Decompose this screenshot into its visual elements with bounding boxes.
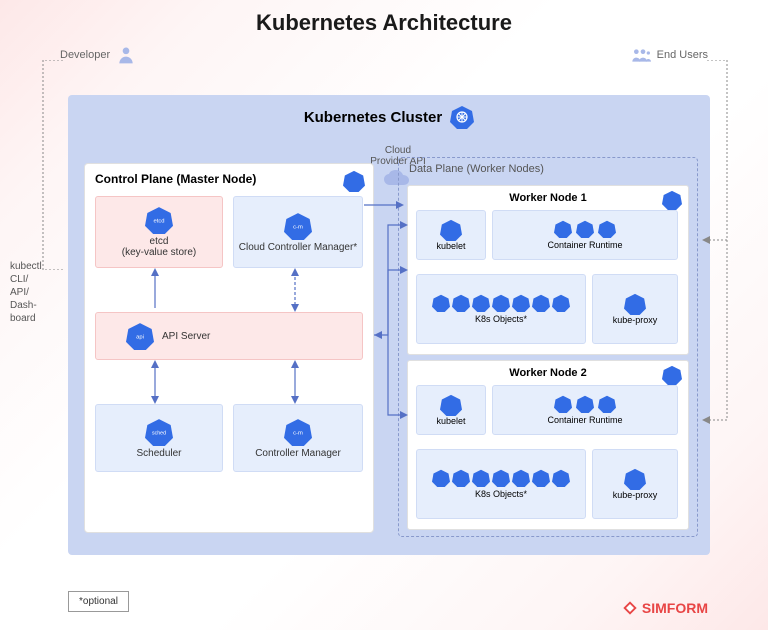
- actor-developer: Developer: [60, 45, 136, 65]
- etcd-hex-icon: etcd: [145, 206, 173, 234]
- control-plane-header: Control Plane (Master Node): [85, 164, 373, 194]
- obj-hex-icon: [512, 469, 530, 487]
- obj-hex-icon: [432, 294, 450, 312]
- simform-brand: SIMFORM: [622, 600, 708, 616]
- pod-hex-icon: [598, 220, 616, 238]
- worker-node-2: Worker Node 2 kubelet Container Runtime …: [407, 360, 689, 530]
- people-icon: [631, 45, 651, 65]
- actor-endusers: End Users: [631, 45, 708, 65]
- endusers-label: End Users: [657, 49, 708, 61]
- kubelet-hex-icon: [440, 219, 462, 241]
- kubernetes-cluster: Kubernetes Cluster Cloud Provider API Co…: [68, 95, 710, 555]
- obj-hex-icon: [492, 294, 510, 312]
- svg-text:api: api: [136, 334, 144, 340]
- pod-hex-icon: [576, 220, 594, 238]
- kube-proxy-1: kube-proxy: [592, 274, 678, 344]
- obj-hex-icon: [472, 294, 490, 312]
- kubelet-hex-icon: [440, 394, 462, 416]
- data-plane-header: Data Plane (Worker Nodes): [399, 158, 697, 180]
- obj-hex-icon: [532, 469, 550, 487]
- developer-label: Developer: [60, 49, 110, 61]
- api-server: api API Server: [95, 312, 363, 360]
- kubernetes-logo-icon: [450, 105, 474, 129]
- control-plane: Control Plane (Master Node) etcd etcd (k…: [84, 163, 374, 533]
- kproxy-hex-icon: [624, 468, 646, 490]
- data-plane: Data Plane (Worker Nodes) Worker Node 1 …: [398, 157, 698, 537]
- kubelet-1: kubelet: [416, 210, 486, 260]
- svg-text:c-m: c-m: [293, 224, 303, 230]
- simform-logo-icon: [622, 600, 638, 616]
- etcd-component: etcd etcd (key-value store): [95, 196, 223, 268]
- svg-text:sched: sched: [152, 430, 166, 436]
- sched-hex-icon: sched: [145, 418, 173, 446]
- diagram-title: Kubernetes Architecture: [0, 0, 768, 41]
- obj-hex-icon: [552, 469, 570, 487]
- optional-note: *optional: [68, 591, 129, 612]
- pod-hex-icon: [576, 395, 594, 413]
- node-hex-icon: [662, 365, 682, 385]
- obj-hex-icon: [452, 294, 470, 312]
- obj-hex-icon: [492, 469, 510, 487]
- k8s-objects-1: K8s Objects*: [416, 274, 586, 344]
- master-hex-icon: [343, 170, 365, 192]
- person-icon: [116, 45, 136, 65]
- ccm-hex-icon: c-m: [284, 212, 312, 240]
- obj-hex-icon: [432, 469, 450, 487]
- obj-hex-icon: [452, 469, 470, 487]
- scheduler: sched Scheduler: [95, 404, 223, 472]
- obj-hex-icon: [472, 469, 490, 487]
- kubectl-label: kubectl CLI/ API/ Dash- board: [10, 260, 42, 325]
- worker-node-1: Worker Node 1 kubelet Container Runtime …: [407, 185, 689, 355]
- api-hex-icon: api: [126, 322, 154, 350]
- obj-hex-icon: [512, 294, 530, 312]
- worker-node-2-header: Worker Node 2: [414, 367, 682, 379]
- kproxy-hex-icon: [624, 293, 646, 315]
- pod-hex-icon: [554, 220, 572, 238]
- pod-hex-icon: [598, 395, 616, 413]
- k8s-objects-2: K8s Objects*: [416, 449, 586, 519]
- svg-text:c-m: c-m: [293, 430, 303, 436]
- container-runtime-1: Container Runtime: [492, 210, 678, 260]
- developer-to-kubectl-line: [38, 60, 68, 270]
- controller-manager: c-m Controller Manager: [233, 404, 363, 472]
- container-runtime-2: Container Runtime: [492, 385, 678, 435]
- obj-hex-icon: [532, 294, 550, 312]
- cloud-controller-manager: c-m Cloud Controller Manager*: [233, 196, 363, 268]
- pod-hex-icon: [554, 395, 572, 413]
- node-hex-icon: [662, 190, 682, 210]
- obj-hex-icon: [552, 294, 570, 312]
- cluster-header: Kubernetes Cluster: [68, 95, 710, 137]
- kube-proxy-2: kube-proxy: [592, 449, 678, 519]
- actors-row: Developer End Users: [0, 45, 768, 65]
- svg-text:etcd: etcd: [153, 218, 164, 224]
- worker-node-1-header: Worker Node 1: [414, 192, 682, 204]
- cm-hex-icon: c-m: [284, 418, 312, 446]
- kubelet-2: kubelet: [416, 385, 486, 435]
